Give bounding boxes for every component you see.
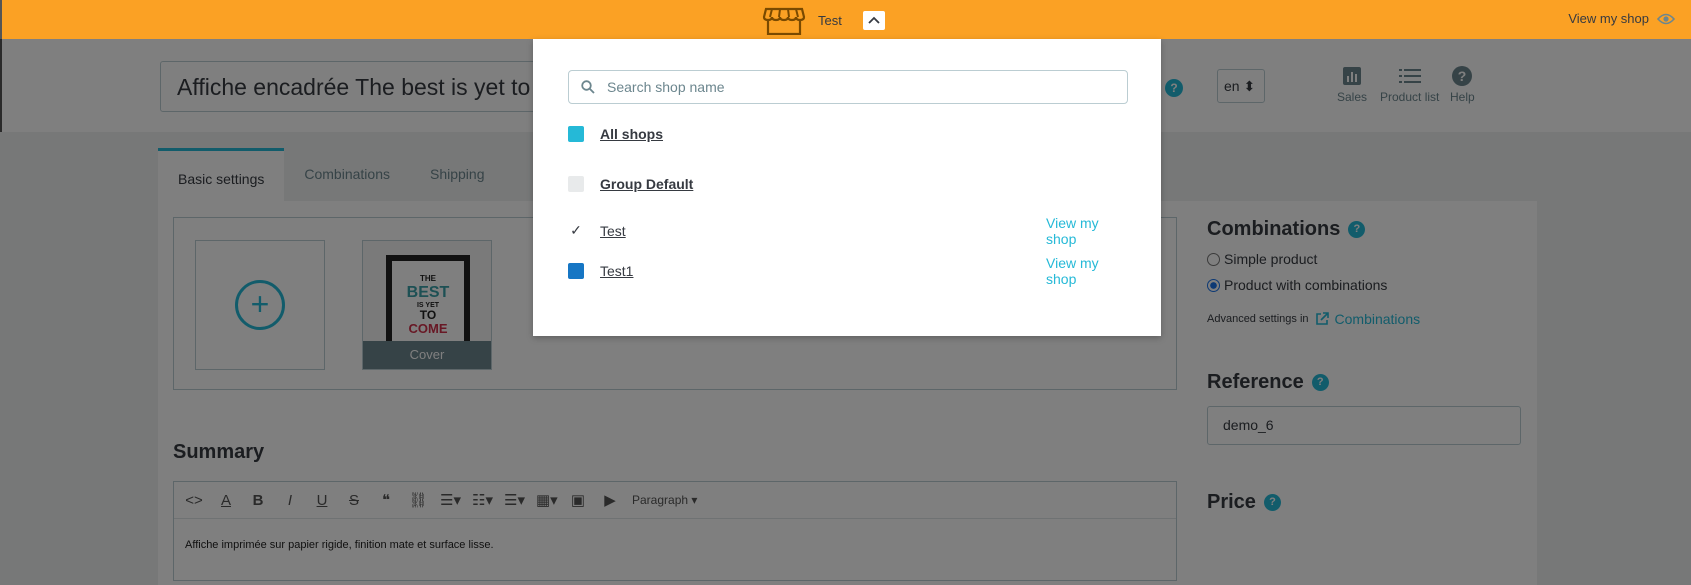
view-my-shop-link[interactable]: View my shop xyxy=(1046,215,1108,247)
store-icon xyxy=(762,7,806,35)
color-swatch xyxy=(568,263,584,279)
shop-dropdown: Search shop name All shops Group Default… xyxy=(533,39,1161,336)
search-placeholder: Search shop name xyxy=(607,79,725,95)
all-shops-label[interactable]: All shops xyxy=(600,126,663,142)
view-my-shop-link[interactable]: View my shop xyxy=(1568,11,1675,26)
color-swatch xyxy=(568,176,584,192)
test-shop-label[interactable]: Test xyxy=(600,223,626,239)
current-shop-name: Test xyxy=(818,12,842,28)
view-my-shop-link[interactable]: View my shop xyxy=(1046,255,1108,287)
shop-row-all-shops[interactable]: All shops xyxy=(568,126,1108,142)
shop-row-test1[interactable]: Test1 View my shop xyxy=(568,255,1108,287)
color-swatch xyxy=(568,126,584,142)
search-icon xyxy=(581,80,595,94)
shop-search-input[interactable]: Search shop name xyxy=(568,70,1128,104)
top-bar: Test View my shop xyxy=(0,0,1691,39)
test1-shop-label[interactable]: Test1 xyxy=(600,263,633,279)
shop-row-group-default[interactable]: Group Default xyxy=(568,176,1108,192)
view-my-shop-label: View my shop xyxy=(1568,11,1649,26)
shop-row-test[interactable]: ✓ Test View my shop xyxy=(568,215,1108,247)
shop-switcher[interactable]: Test xyxy=(762,7,885,35)
group-default-label[interactable]: Group Default xyxy=(600,176,693,192)
checkmark-icon: ✓ xyxy=(570,222,582,238)
eye-icon xyxy=(1657,13,1675,24)
chevron-up-icon[interactable] xyxy=(862,10,885,30)
